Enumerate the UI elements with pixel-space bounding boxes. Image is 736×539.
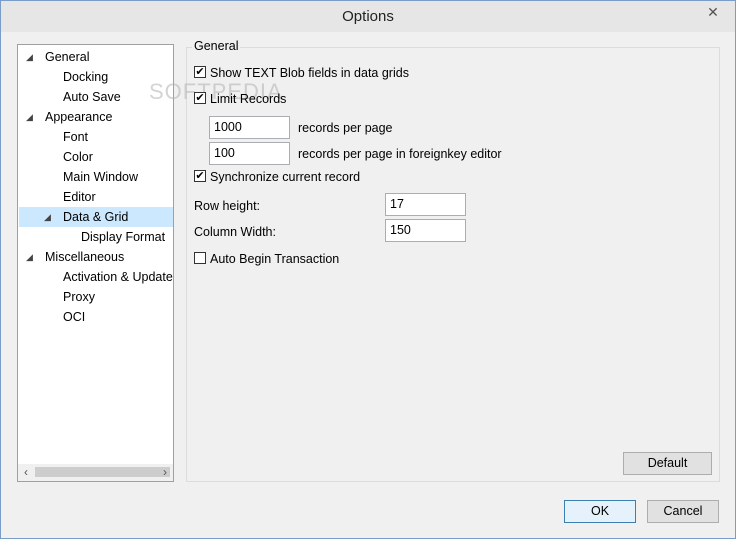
ok-button[interactable]: OK — [564, 500, 636, 523]
checkbox-label: Limit Records — [210, 92, 287, 106]
sync-record-checkbox[interactable]: ✔ Synchronize current record — [194, 168, 364, 186]
tree-item-activation-updater[interactable]: Activation & Updater — [63, 267, 173, 287]
scroll-thumb[interactable] — [35, 467, 170, 477]
tree-item-miscellaneous[interactable]: ◢ Miscellaneous — [22, 247, 172, 267]
tree-item-label: Data & Grid — [63, 210, 129, 224]
cancel-button[interactable]: Cancel — [647, 500, 719, 523]
expand-arrow-icon[interactable]: ◢ — [26, 47, 33, 67]
records-per-page-input[interactable]: 1000 — [209, 116, 290, 139]
expand-arrow-icon[interactable]: ◢ — [26, 107, 33, 127]
records-per-page-label: records per page — [298, 121, 393, 135]
scroll-left-icon[interactable]: ‹ — [18, 464, 34, 481]
group-title: General — [192, 39, 241, 53]
expand-arrow-icon[interactable]: ◢ — [26, 247, 33, 267]
tree-item-data-grid[interactable]: ◢ Data & Grid — [19, 207, 173, 227]
scroll-right-icon[interactable]: › — [157, 464, 173, 481]
column-width-input[interactable]: 150 — [385, 219, 466, 242]
dialog-title: Options — [342, 8, 394, 25]
tree-item-docking[interactable]: Docking — [63, 67, 108, 87]
default-button[interactable]: Default — [623, 452, 712, 475]
tree-item-label: Appearance — [45, 110, 113, 124]
row-height-label: Row height: — [194, 199, 261, 213]
checkbox-box[interactable]: ✔ — [194, 170, 206, 182]
checkmark-icon: ✔ — [195, 170, 205, 182]
tree-item-label: General — [45, 50, 90, 64]
horizontal-scrollbar[interactable]: ‹ › — [18, 464, 173, 481]
show-text-blob-checkbox[interactable]: ✔ Show TEXT Blob fields in data grids — [194, 64, 424, 82]
options-tree[interactable]: ◢ General Docking Auto Save ◢ Appearance… — [17, 44, 174, 482]
checkbox-box[interactable]: ✔ — [194, 92, 206, 104]
tree-item-main-window[interactable]: Main Window — [63, 167, 138, 187]
options-dialog: Options ✕ ◢ General Docking Auto Save ◢ … — [0, 0, 736, 539]
checkmark-icon: ✔ — [195, 92, 205, 104]
column-width-label: Column Width: — [194, 225, 276, 239]
row-height-input[interactable]: 17 — [385, 193, 466, 216]
records-per-page-fk-input[interactable]: 100 — [209, 142, 290, 165]
expand-arrow-icon[interactable]: ◢ — [44, 207, 51, 227]
tree-item-general[interactable]: ◢ General — [22, 47, 172, 67]
tree-item-oci[interactable]: OCI — [63, 307, 85, 327]
tree-item-auto-save[interactable]: Auto Save — [63, 87, 121, 107]
checkmark-icon: ✔ — [195, 66, 205, 78]
tree-item-label: Miscellaneous — [45, 250, 125, 264]
tree-item-editor[interactable]: Editor — [63, 187, 96, 207]
checkbox-box[interactable] — [194, 252, 206, 264]
checkbox-box[interactable]: ✔ — [194, 66, 206, 78]
checkbox-label: Synchronize current record — [210, 170, 361, 184]
records-per-page-fk-label: records per page in foreignkey editor — [298, 147, 502, 161]
checkbox-label: Auto Begin Transaction — [210, 252, 340, 266]
tree-item-appearance[interactable]: ◢ Appearance — [22, 107, 172, 127]
tree-item-display-format[interactable]: Display Format — [81, 227, 165, 247]
tree-item-font[interactable]: Font — [63, 127, 88, 147]
close-icon[interactable]: ✕ — [707, 4, 719, 20]
close-button[interactable]: ✕ — [697, 2, 729, 22]
title-bar: Options ✕ — [1, 1, 735, 32]
limit-records-checkbox[interactable]: ✔ Limit Records — [194, 90, 314, 108]
tree-item-proxy[interactable]: Proxy — [63, 287, 95, 307]
checkbox-label: Show TEXT Blob fields in data grids — [210, 66, 409, 80]
tree-item-color[interactable]: Color — [63, 147, 93, 167]
auto-begin-transaction-checkbox[interactable]: Auto Begin Transaction — [194, 250, 344, 268]
